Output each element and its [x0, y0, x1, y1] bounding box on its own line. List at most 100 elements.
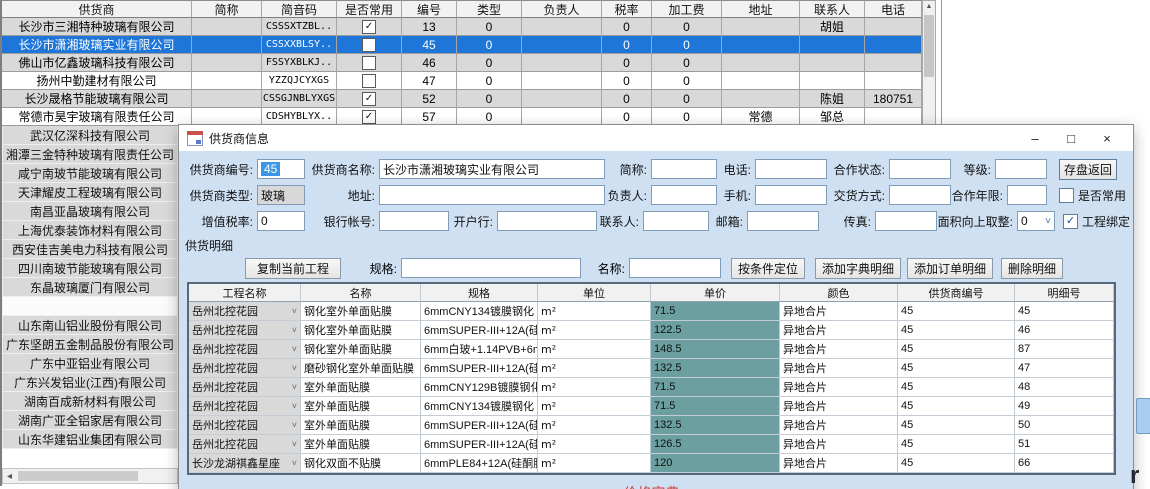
save-return-button[interactable]: 存盘返回 [1059, 159, 1117, 180]
mobile-input[interactable] [755, 185, 827, 205]
manager-input[interactable] [651, 185, 717, 205]
column-header[interactable]: 编号 [402, 0, 457, 18]
supplier-list-item[interactable]: 湘潭三金特种玻璃有限责任公司 [2, 145, 178, 164]
delivery-input[interactable] [889, 185, 951, 205]
grid-column-header[interactable]: 名称 [301, 284, 421, 302]
grid-column-header[interactable]: 规格 [421, 284, 538, 302]
grid-column-header[interactable]: 单价 [651, 284, 780, 302]
supplier-list-item[interactable]: 山东南山铝业股份有限公司 [2, 316, 178, 335]
address-input[interactable] [379, 185, 605, 205]
grid-row[interactable]: 岳州北控花园˅磨砂钢化室外单面贴膜6mmSUPER-III+12A(硅...m²… [189, 359, 1114, 378]
chevron-down-icon[interactable]: ˅ [292, 439, 297, 449]
column-header[interactable]: 税率 [602, 0, 652, 18]
common-checkbox[interactable] [362, 74, 376, 88]
grid-column-header[interactable]: 供货商编号 [898, 284, 1015, 302]
grid-row[interactable]: 岳州北控花园˅钢化室外单面贴膜6mm白玻+1.14PVB+6mm...m²148… [189, 340, 1114, 359]
supplier-table-vscrollbar[interactable]: ▲ [922, 0, 936, 126]
table-row[interactable]: 扬州中勤建材有限公司YZZQJCYXGS47000 [2, 72, 922, 90]
chevron-down-icon[interactable]: ˅ [292, 306, 297, 316]
supplier-list-item[interactable]: 湖南百成新材料有限公司 [2, 392, 178, 411]
supplier-list-item[interactable]: 广东中亚铝业有限公司 [2, 354, 178, 373]
column-header[interactable]: 简称 [192, 0, 262, 18]
common-checkbox[interactable]: ✓ [362, 20, 376, 34]
chevron-down-icon[interactable]: ˅ [292, 344, 297, 354]
chevron-down-icon[interactable]: ˅ [292, 382, 297, 392]
grid-row[interactable]: 岳州北控花园˅室外单面贴膜6mmSUPER-III+12A(硅...m²126.… [189, 435, 1114, 454]
close-button[interactable]: × [1089, 131, 1125, 146]
maximize-button[interactable]: □ [1053, 131, 1089, 146]
name-filter-input[interactable] [629, 258, 721, 278]
coop-years-input[interactable] [1007, 185, 1047, 205]
table-row[interactable]: 佛山市亿鑫玻璃科技有限公司FSSYXBLKJ..46000 [2, 54, 922, 72]
add-dictionary-detail-button[interactable]: 添加字典明细 [815, 258, 901, 279]
supplier-list-item[interactable]: 广东坚朗五金制品股份有限公司 [2, 335, 178, 354]
chevron-left-icon[interactable]: ◂ [3, 471, 12, 482]
table-row[interactable]: 长沙晟格节能玻璃有限公司CSSGJNBLYXGS✓52000陈姐180751 [2, 90, 922, 108]
supplier-list-item[interactable]: 武汉亿深科技有限公司 [2, 126, 178, 145]
column-header[interactable]: 供货商 [2, 0, 192, 18]
supplier-list-item[interactable]: 上海优泰装饰材料有限公司 [2, 221, 178, 240]
column-header[interactable]: 电话 [865, 0, 922, 18]
common-checkbox[interactable] [362, 38, 376, 52]
vscrollbar-thumb[interactable] [924, 15, 934, 77]
bank-account-input[interactable] [379, 211, 449, 231]
chevron-down-icon[interactable]: ˅ [292, 401, 297, 411]
supplier-list-item[interactable]: 山东华建铝业集团有限公司 [2, 430, 178, 449]
grid-row[interactable]: 岳州北控花园˅室外单面贴膜6mmCNY134镀膜钢化m²71.5异地合片4549 [189, 397, 1114, 416]
common-checkbox[interactable]: ✓ [362, 110, 376, 124]
add-order-detail-button[interactable]: 添加订单明细 [907, 258, 993, 279]
column-header[interactable]: 联系人 [800, 0, 865, 18]
column-header[interactable]: 加工费 [652, 0, 722, 18]
grid-column-header[interactable]: 单位 [538, 284, 651, 302]
supplier-list-item[interactable]: 东晶玻璃厦门有限公司 [2, 278, 178, 297]
grid-row[interactable]: 岳州北控花园˅室外单面贴膜6mmCNY129B镀膜钢化m²71.5异地合片454… [189, 378, 1114, 397]
hscrollbar-thumb[interactable] [18, 471, 138, 481]
supplier-type-input[interactable]: 玻璃 [257, 185, 305, 205]
chevron-down-icon[interactable]: ˅ [292, 420, 297, 430]
grid-row[interactable]: 岳州北控花园˅钢化室外单面贴膜6mmCNY134镀膜钢化m²71.5异地合片45… [189, 302, 1114, 321]
checkbox-icon[interactable]: ✓ [1063, 214, 1078, 229]
grid-column-header[interactable]: 明细号 [1015, 284, 1114, 302]
phone-input[interactable] [755, 159, 827, 179]
supplier-list-item[interactable]: 咸宁南玻节能玻璃有限公司 [2, 164, 178, 183]
grid-row[interactable]: 长沙龙湖祺鑫星座˅钢化双面不贴膜6mmPLE84+12A(硅酮胶...m²120… [189, 454, 1114, 473]
common-checkbox[interactable] [362, 56, 376, 70]
short-name-input[interactable] [651, 159, 717, 179]
area-roundup-select[interactable]: 0 ˅ [1017, 211, 1055, 231]
column-header[interactable]: 地址 [722, 0, 800, 18]
grid-column-header[interactable]: 工程名称 [189, 284, 301, 302]
table-row[interactable]: 长沙市潇湘玻璃实业有限公司CSSXXBLSY..45000 [2, 36, 922, 54]
chevron-up-icon[interactable]: ▲ [923, 1, 935, 10]
supplier-list-hscrollbar[interactable]: ◂ [2, 468, 178, 484]
supplier-list-item[interactable]: 广东兴发铝业(江西)有限公司 [2, 373, 178, 392]
dialog-titlebar[interactable]: 供货商信息 – □ × [179, 125, 1133, 151]
supplier-id-input[interactable]: 45 [257, 159, 305, 179]
common-use-checkbox[interactable]: 是否常用 [1059, 187, 1126, 204]
grid-column-header[interactable]: 颜色 [780, 284, 898, 302]
vat-rate-input[interactable]: 0 [257, 211, 305, 231]
supplier-list-item[interactable]: 西安佳吉美电力科技有限公司 [2, 240, 178, 259]
spec-filter-input[interactable] [401, 258, 581, 278]
table-row[interactable]: 长沙市三湘特种玻璃有限公司CSSSXTZBL..✓13000胡姐 [2, 18, 922, 36]
supplier-list-item[interactable]: 天津耀皮工程玻璃有限公司 [2, 183, 178, 202]
column-header[interactable]: 是否常用 [337, 0, 402, 18]
copy-current-project-button[interactable]: 复制当前工程 [245, 258, 341, 279]
bank-name-input[interactable] [497, 211, 597, 231]
coop-status-input[interactable] [889, 159, 951, 179]
supplier-name-input[interactable]: 长沙市潇湘玻璃实业有限公司 [379, 159, 605, 179]
chevron-down-icon[interactable]: ˅ [292, 458, 297, 468]
checkbox-icon[interactable] [1059, 188, 1074, 203]
grid-row[interactable]: 岳州北控花园˅室外单面贴膜6mmSUPER-III+12A(硅...m²132.… [189, 416, 1114, 435]
supplier-list-item[interactable]: 四川南玻节能玻璃有限公司 [2, 259, 178, 278]
chevron-down-icon[interactable]: ˅ [292, 363, 297, 373]
project-bind-checkbox[interactable]: ✓ 工程绑定 [1063, 213, 1130, 230]
delete-detail-button[interactable]: 删除明细 [1001, 258, 1063, 279]
contact-input[interactable] [643, 211, 709, 231]
locate-by-condition-button[interactable]: 按条件定位 [731, 258, 805, 279]
common-checkbox[interactable]: ✓ [362, 92, 376, 106]
fax-input[interactable] [875, 211, 937, 231]
grade-input[interactable] [995, 159, 1047, 179]
chevron-down-icon[interactable]: ˅ [292, 325, 297, 335]
grid-row[interactable]: 岳州北控花园˅钢化室外单面贴膜6mmSUPER-III+12A(硅...m²12… [189, 321, 1114, 340]
minimize-button[interactable]: – [1017, 131, 1053, 146]
